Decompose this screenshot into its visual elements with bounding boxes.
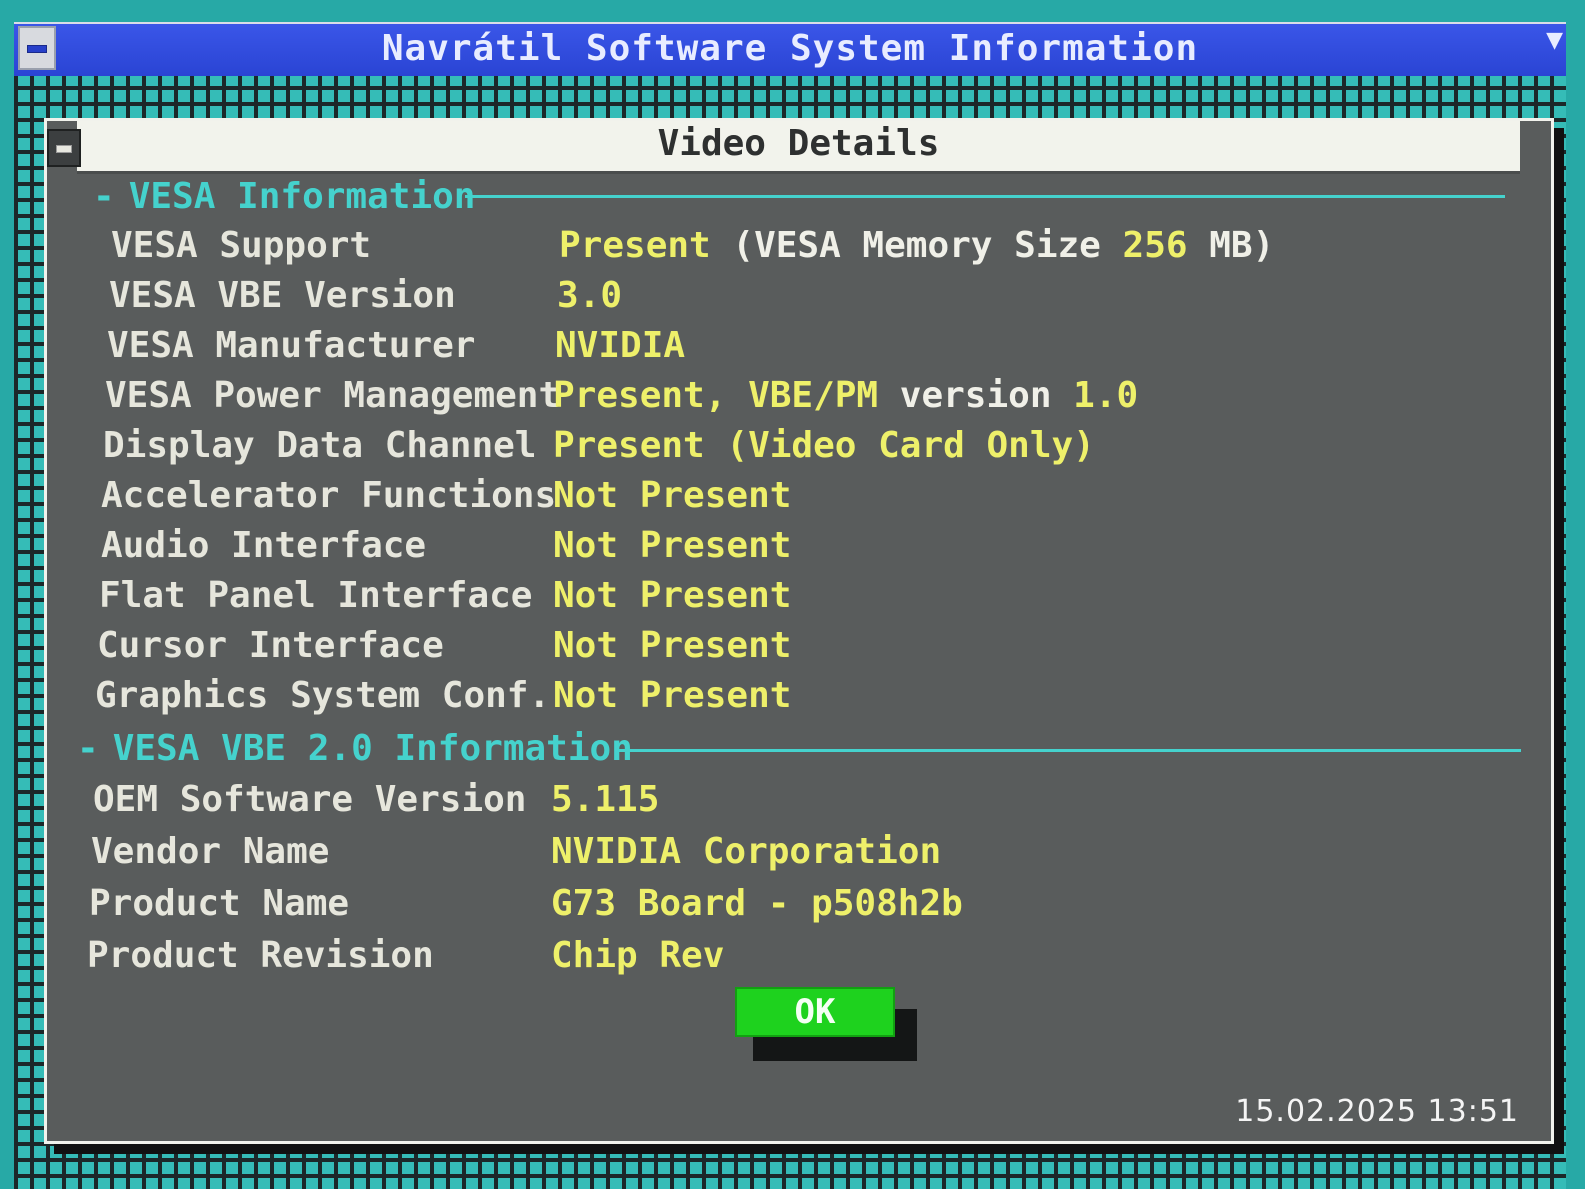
app-system-menu-button[interactable] (18, 26, 56, 70)
row-value: Not Present (553, 675, 792, 716)
row-label: VESA Manufacturer (107, 325, 476, 366)
row-value: Not Present (553, 525, 792, 566)
row-label: Display Data Channel (103, 425, 537, 466)
section-divider (465, 195, 1505, 198)
dialog-content: - VESA Information VESA Support Present … (47, 121, 1551, 1141)
row-value: Not Present (553, 575, 792, 616)
scroll-down-arrow-icon[interactable]: ▼ (1546, 28, 1563, 53)
row-value: 3.0 (557, 275, 623, 316)
info-row: Product Name G73 Board - p508h2b (89, 879, 1289, 929)
row-label: Graphics System Conf. (95, 675, 551, 716)
screen: Navrátil Software System Information ▼ V… (0, 0, 1585, 1189)
info-row: VESA Support Present (VESA Memory Size 2… (111, 221, 1311, 271)
ok-button[interactable]: OK (735, 987, 895, 1037)
photo-timestamp: 15.02.2025 13:51 (1235, 1094, 1519, 1129)
app-title: Navrátil Software System Information (381, 28, 1199, 69)
row-label: VESA VBE Version (109, 275, 456, 316)
row-value: G73 Board - p508h2b (551, 883, 963, 924)
row-label: VESA Power Management (105, 375, 561, 416)
info-row: Cursor Interface Not Present (97, 621, 1297, 671)
row-label: Vendor Name (91, 831, 330, 872)
row-label: OEM Software Version (93, 779, 527, 820)
section-dash: - (77, 727, 99, 769)
system-menu-icon (27, 45, 47, 53)
section-heading-label: VESA Information (128, 175, 476, 217)
row-label: Flat Panel Interface (99, 575, 533, 616)
row-label: Cursor Interface (97, 625, 444, 666)
app-titlebar: Navrátil Software System Information (14, 22, 1566, 76)
section-heading-vesa-information: - VESA Information (93, 171, 475, 221)
row-value: Present, VBE/PM version 1.0 (553, 375, 1139, 416)
row-value: 5.115 (551, 779, 660, 820)
row-value: Present (Video Card Only) (553, 425, 1095, 466)
info-row: Display Data Channel Present (Video Card… (103, 421, 1303, 471)
section-divider (615, 749, 1521, 752)
row-value: NVIDIA Corporation (551, 831, 942, 872)
row-label: VESA Support (111, 225, 372, 266)
section-dash: - (93, 175, 115, 217)
info-row: VESA Manufacturer NVIDIA (107, 321, 1307, 371)
section-heading-label: VESA VBE 2.0 Information (112, 727, 633, 769)
info-row: Accelerator Functions Not Present (101, 471, 1301, 521)
info-row: OEM Software Version 5.115 (93, 775, 1293, 825)
info-row: Graphics System Conf. Not Present (95, 671, 1295, 721)
info-row: Audio Interface Not Present (101, 521, 1301, 571)
row-label: Product Revision (87, 935, 434, 976)
info-row: Flat Panel Interface Not Present (99, 571, 1299, 621)
row-label: Audio Interface (101, 525, 427, 566)
row-label: Accelerator Functions (101, 475, 557, 516)
info-row: Product Revision Chip Rev (87, 931, 1287, 981)
row-value: Chip Rev (551, 935, 725, 976)
row-value: NVIDIA (555, 325, 686, 366)
row-value: Not Present (553, 625, 792, 666)
info-row: Vendor Name NVIDIA Corporation (91, 827, 1291, 877)
section-heading-vesa-vbe-2-information: - VESA VBE 2.0 Information (77, 723, 633, 773)
info-row: VESA VBE Version 3.0 (109, 271, 1309, 321)
row-label: Product Name (89, 883, 350, 924)
video-details-dialog: Video Details - VESA Information VESA Su… (44, 118, 1554, 1144)
row-value: Not Present (553, 475, 792, 516)
info-row: VESA Power Management Present, VBE/PM ve… (105, 371, 1305, 421)
row-value: Present (VESA Memory Size 256 MB) (559, 225, 1275, 266)
